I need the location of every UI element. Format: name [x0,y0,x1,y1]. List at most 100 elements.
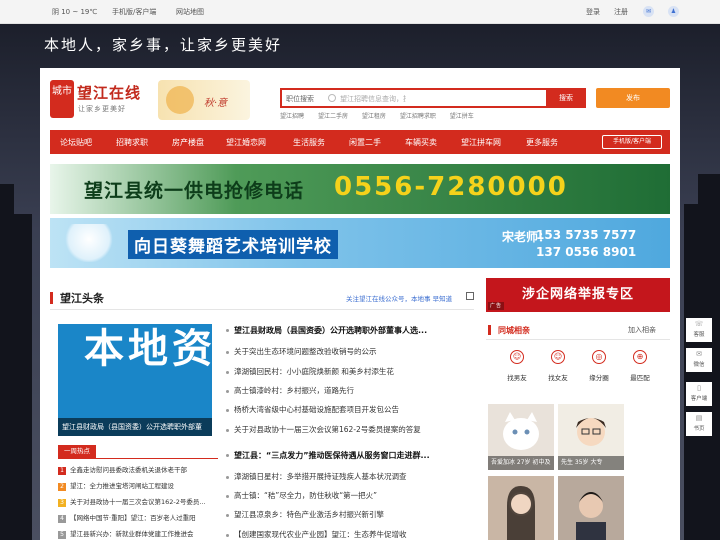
nav-item[interactable]: 望江婚恋网 [226,137,266,148]
side-client[interactable]: ▯ 客户端 [686,382,712,406]
logo-name: 望江在线 [77,84,142,102]
featured-caption[interactable]: 望江县财政局（县国资委）公开选聘职外部董 [58,418,212,436]
follow-link[interactable]: 关注望江在线公众号，本地事 早知道 [346,293,452,303]
ad-tag: 广告 [488,302,505,310]
list-item-text: 望江：全力推进宝塔河闸站工程建设 [70,482,174,490]
crosshair-icon: ⊕ [633,350,647,364]
list-item-text: 望江县新兴办：新就业群体党建工作推进会 [70,530,194,538]
autumn-text: 秋·意 [204,98,228,109]
dancer-image [64,224,114,262]
hot-keyword[interactable]: 望江二手房 [318,113,348,120]
featured-big-text: 本地资讯 [84,326,212,372]
news-item[interactable]: 【创建国家现代农业产业园】望江：生态养牛促增收 [226,529,474,540]
banner-phone: 153 5735 7577 [536,228,637,242]
person-icon: ☺ [551,350,565,364]
side-label: 客服 [693,332,705,338]
dating-option-label: 找女友 [548,374,568,382]
weather-text: 阴 10 ~ 19℃ [52,8,98,16]
nav-item[interactable]: 论坛贴吧 [60,137,92,148]
fate-circle-button[interactable]: ◎ 缘分圈 [579,350,619,382]
hot-list-title: 一周热点 [58,445,96,458]
banner-title: 望江县统一供电抢修电话 [84,180,305,202]
list-item-text: 【网络中国节·重阳】望江：百岁老人过重阳 [70,514,196,522]
nav-mobile-button[interactable]: 手机版/客户端 [602,135,662,149]
target-icon: ◎ [592,350,606,364]
hot-keyword[interactable]: 望江招聘 [280,113,304,120]
profile-photo[interactable]: 先生 35岁 大专 [558,404,624,470]
news-item[interactable]: 漳湖镇回民村：小小庭院焕新颜 和美乡村添生花 [226,366,474,377]
dating-option-label: 缘分圈 [589,374,609,382]
hot-keyword[interactable]: 望江拼车 [450,113,474,120]
person-icon: ☺ [510,350,524,364]
qq-login-icon[interactable]: ♟ [668,6,679,17]
side-book[interactable]: ▤ 书页 [686,412,712,436]
nav-item[interactable]: 更多服务 [526,137,558,148]
list-item[interactable]: 5 望江县新兴办：新就业群体党建工作推进会 [58,528,218,539]
hot-keyword[interactable]: 望江租房 [362,113,386,120]
nav-item[interactable]: 望江拼车网 [461,137,501,148]
hot-keyword[interactable]: 望江招聘求职 [400,113,436,120]
news-headline[interactable]: 望江县：“三点发力”推动医保待遇从服务窗口走进群... [226,450,474,461]
profile-photo[interactable]: 吾爱加冰 27岁 初中及 [488,404,554,470]
side-customer-service[interactable]: ☏ 客服 [686,318,712,342]
list-item[interactable]: 4 【网络中国节·重阳】望江：百岁老人过重阳 [58,512,218,523]
list-item[interactable]: 3 关于对县政协十一届三次会议第162-2号委员... [58,496,218,507]
find-boyfriend-button[interactable]: ☺ 找男友 [497,350,537,382]
best-match-button[interactable]: ⊕ 最匹配 [620,350,660,382]
nav-item[interactable]: 生活服务 [293,137,325,148]
sun-icon [166,86,194,114]
news-headline[interactable]: 望江县财政局（县国资委）公开选聘职外部董事人选... [226,325,474,336]
rank-badge: 4 [58,515,66,523]
profile-photo[interactable] [558,476,624,540]
news-item[interactable]: 高士镇漆岭村：乡村振兴，道路先行 [226,385,474,396]
section-marker [488,325,491,335]
banner-phone: 0556-7280000 [334,172,568,202]
slogan: 本地人，家乡事，让家乡更美好 [44,36,283,54]
list-item[interactable]: 1 全鑫走访慰问县委政法委机关退休老干部 [58,464,218,475]
report-zone-ad[interactable]: 涉企网络举报专区 广告 [486,278,670,312]
news-item[interactable]: 漳湖镇日星村：多举措开展持证残疾人基本状况调查 [226,471,474,482]
side-wechat[interactable]: ✉ 微信 [686,348,712,372]
autumn-banner: 秋·意 [158,80,250,120]
find-girlfriend-button[interactable]: ☺ 找女友 [538,350,578,382]
list-item-text: 全鑫走访慰问县委政法委机关退休老干部 [70,466,187,474]
sitemap-link[interactable]: 网站地图 [176,7,204,17]
news-item[interactable]: 高士镇：“秸”尽全力，防住秋收“第一把火” [226,490,474,501]
register-link[interactable]: 注册 [614,7,628,17]
mobile-client-link[interactable]: 手机版/客户端 [112,7,156,17]
dating-option-label: 找男友 [507,374,527,382]
list-item[interactable]: 2 望江：全力推进宝塔河闸站工程建设 [58,480,218,491]
join-dating-link[interactable]: 加入相亲 [628,325,656,335]
news-item[interactable]: 杨桥大湾省级中心村基础设施配套项目开发包公告 [226,404,474,415]
nav-item[interactable]: 房产楼盘 [172,137,204,148]
news-item[interactable]: 关于对县政协十一届三次会议第162-2号委员提案的答复 [226,424,474,435]
dating-title: 同城相亲 [498,326,530,335]
nav-item[interactable]: 招聘求职 [116,137,148,148]
rank-badge: 3 [58,499,66,507]
news-item[interactable]: 关于突出生态环境问题整改验收销号的公示 [226,346,474,357]
featured-news-image[interactable]: 本地资讯 望江县财政局（县国资委）公开选聘职外部董 [58,324,212,436]
dating-option-label: 最匹配 [630,374,650,382]
dance-school-banner[interactable]: 向日葵舞蹈艺术培训学校 宋老师： 153 5735 7577 137 0556 … [50,218,670,268]
site-logo[interactable]: 城市 望江在线 让家乡更美好 [50,80,150,118]
headlines-header: 望江头条 关注望江在线公众号，本地事 早知道 [50,284,474,310]
list-item-text: 关于对县政协十一届三次会议第162-2号委员... [70,498,206,506]
power-hotline-banner[interactable]: 望江县统一供电抢修电话 0556-7280000 [50,164,670,214]
search-category-select[interactable]: 职位搜索 [286,94,314,104]
nav-item[interactable]: 车辆买卖 [405,137,437,148]
rank-badge: 2 [58,483,66,491]
hot-list-header: 一周热点 [58,445,218,459]
news-item[interactable]: 望江县凉泉乡：特色产业激活乡村振兴新引擎 [226,509,474,520]
login-link[interactable]: 登录 [586,7,600,17]
post-button[interactable]: 发布 [596,88,670,108]
qrcode-icon[interactable] [466,292,474,300]
wechat-icon: ✉ [696,350,702,358]
banner-title: 向日葵舞蹈艺术培训学校 [128,230,338,259]
wechat-login-icon[interactable]: ✉ [643,6,654,17]
nav-item[interactable]: 闲置二手 [349,137,381,148]
profile-photo[interactable] [488,476,554,540]
app-icon: ▯ [697,384,701,392]
search-button[interactable]: 搜索 [546,88,586,108]
main-nav: 论坛贴吧 招聘求职 房产楼盘 望江婚恋网 生活服务 闲置二手 车辆买卖 望江拼车… [50,130,670,154]
hot-keywords: 望江招聘 望江二手房 望江租房 望江招聘求职 望江拼车 [280,111,486,120]
